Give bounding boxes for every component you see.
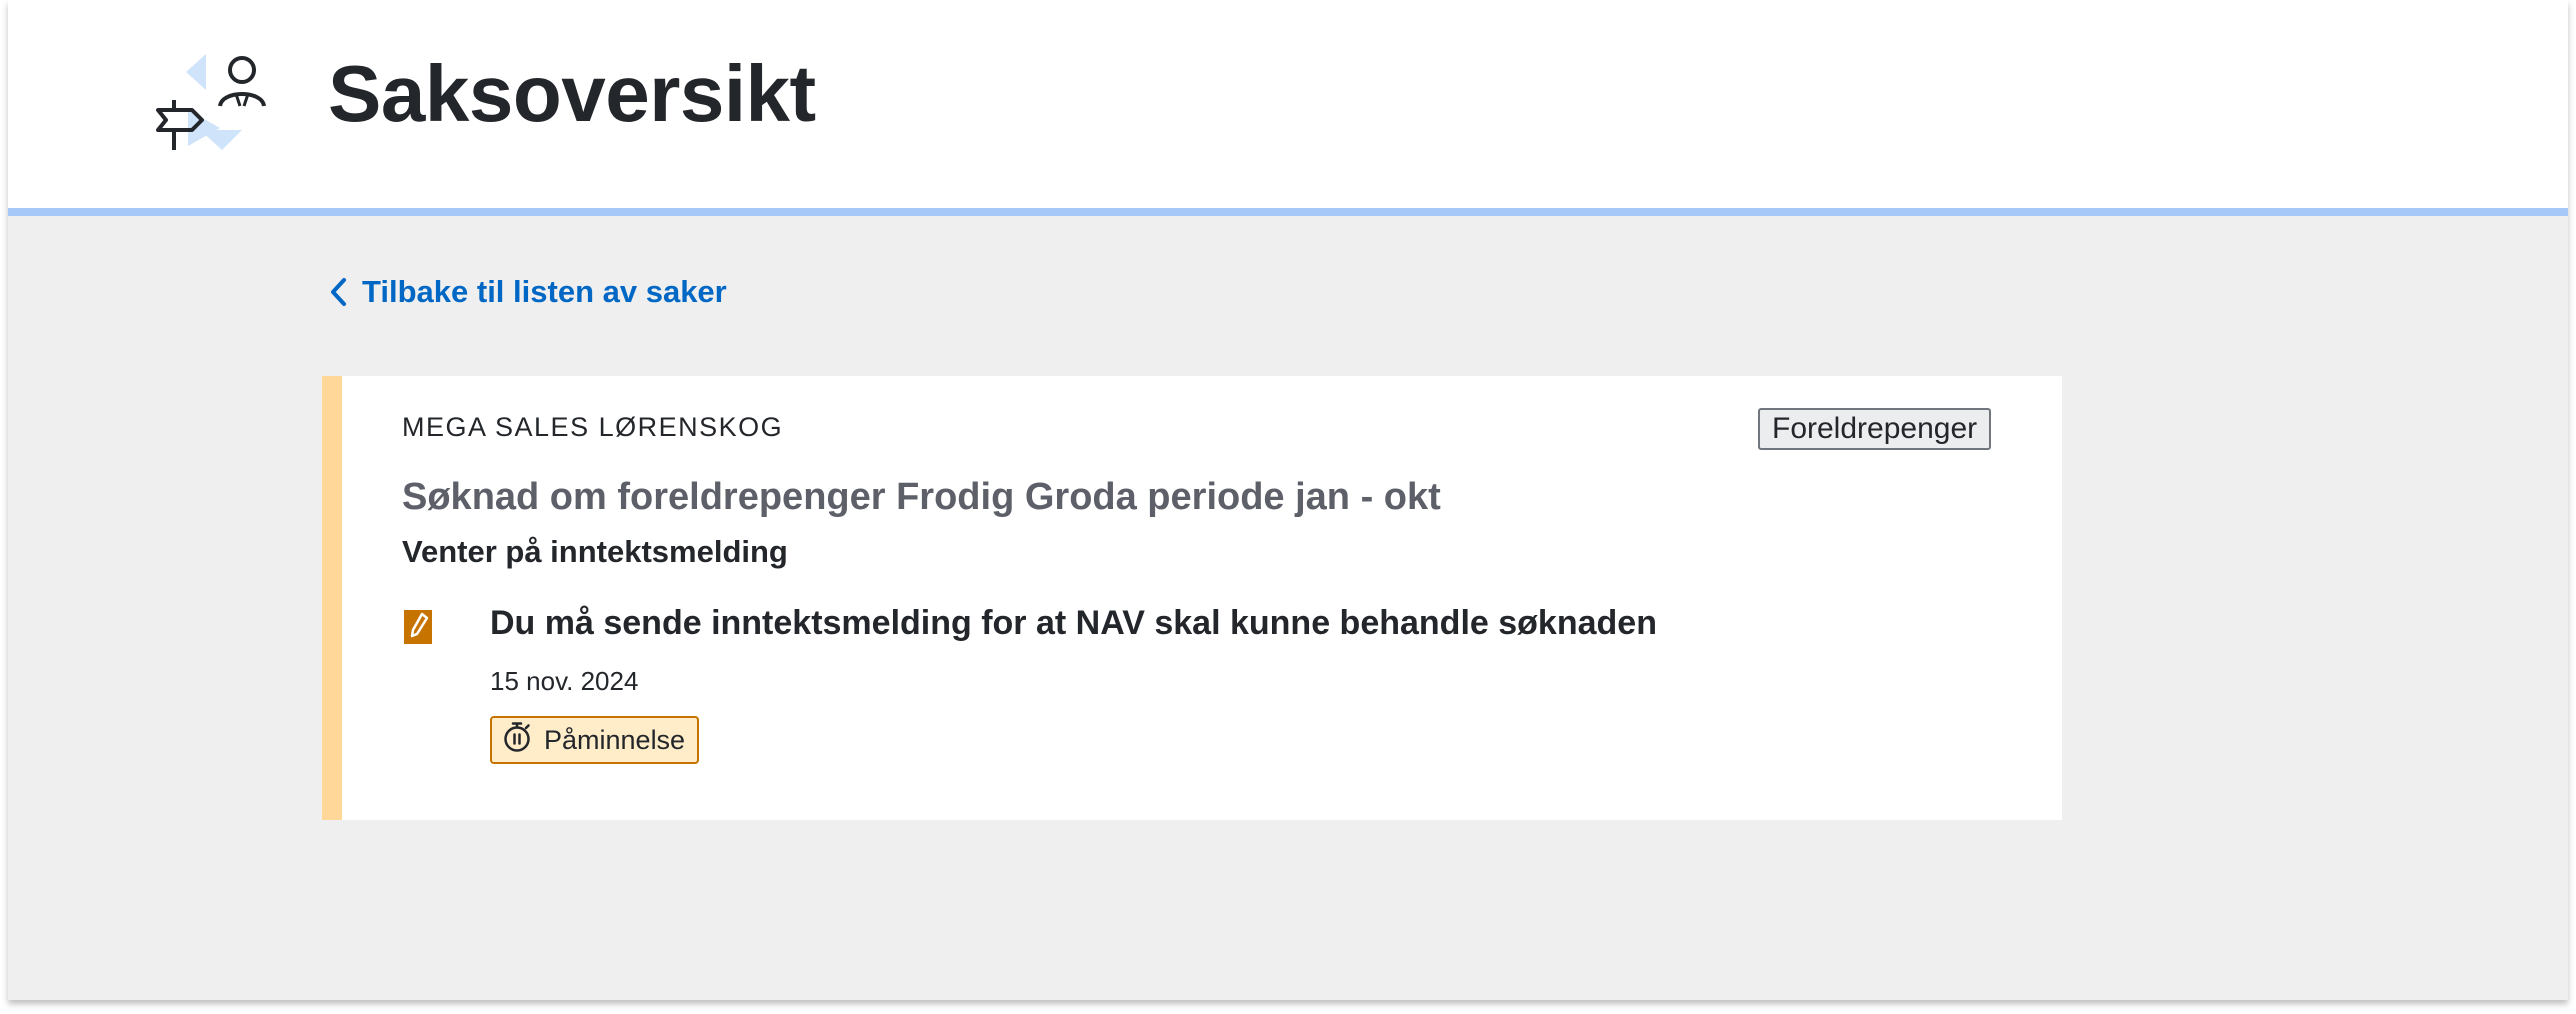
card-accent-bar (322, 376, 342, 820)
task-document-pencil-icon (402, 608, 434, 646)
reminder-badge: Påminnelse (490, 716, 700, 764)
reminder-badge-label: Påminnelse (544, 724, 686, 755)
case-type-tag: Foreldrepenger (1758, 408, 1992, 450)
page-header: Saksoversikt (8, 0, 2568, 216)
chevron-left-icon (328, 276, 348, 308)
back-link-label: Tilbake til listen av saker (362, 274, 727, 309)
case-status: Venter på inntektsmelding (402, 534, 788, 569)
organization-name: MEGA SALES LØRENSKOG (402, 412, 784, 442)
back-to-case-list-link[interactable]: Tilbake til listen av saker (328, 274, 727, 310)
page-frame: Saksoversikt Tilbake til listen av saker… (8, 0, 2568, 1000)
stopwatch-icon (502, 721, 532, 760)
task-date: 15 nov. 2024 (490, 666, 639, 696)
task-description[interactable]: Du må sende inntektsmelding for at NAV s… (490, 604, 1657, 643)
page-title: Saksoversikt (328, 49, 816, 138)
signpost-person-illustration-icon (148, 50, 276, 160)
case-card[interactable]: MEGA SALES LØRENSKOG Foreldrepenger Søkn… (322, 376, 2062, 820)
case-title[interactable]: Søknad om foreldrepenger Frodig Groda pe… (402, 476, 1441, 519)
